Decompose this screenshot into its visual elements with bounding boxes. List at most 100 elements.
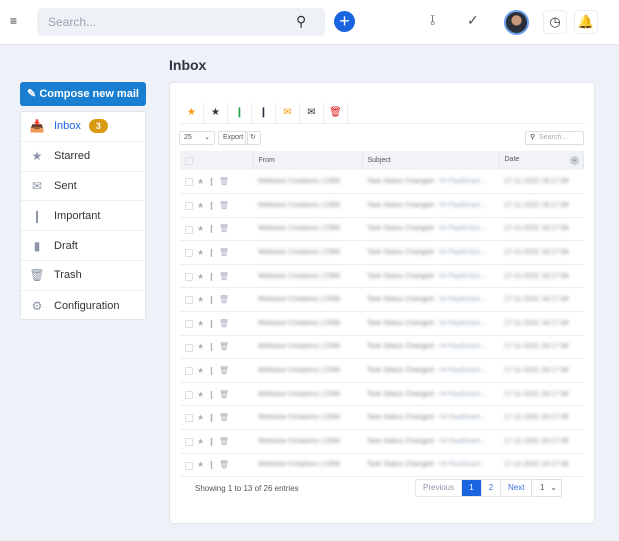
row-checkbox[interactable] [185, 390, 193, 399]
table-row[interactable]: ★ ❙ 🗑 Webwise Creations | CRM Task Status … [180, 217, 584, 242]
star-icon[interactable]: ★ [197, 201, 204, 210]
trash-icon[interactable]: 🗑 [219, 319, 229, 328]
row-checkbox[interactable] [185, 319, 193, 328]
table-row[interactable]: ★ ❙ 🗑 Webwise Creations | CRM Task Status … [180, 382, 584, 407]
star-icon[interactable]: ★ [197, 224, 204, 233]
star-icon[interactable]: ★ [197, 437, 204, 446]
bookmark-icon[interactable]: ❙ [208, 460, 215, 469]
previous-button[interactable]: Previous [416, 480, 463, 496]
star-icon[interactable]: ★ [197, 295, 204, 304]
trash-icon[interactable]: 🗑 [219, 390, 229, 399]
sidebar-item-inbox[interactable]: 📥 Inbox 3 [21, 112, 145, 142]
sidebar-item-starred[interactable]: ★ Starred [21, 142, 145, 172]
trash-icon[interactable]: 🗑 [219, 413, 229, 422]
avatar[interactable] [504, 10, 529, 35]
table-row[interactable]: ★ ❙ 🗑 Webwise Creations | CRM Task Status … [180, 358, 584, 383]
search-input[interactable]: Search... [37, 8, 325, 36]
trash-icon[interactable]: 🗑 [219, 272, 229, 281]
filter-star-icon[interactable]: ★ [204, 102, 228, 123]
table-row[interactable]: ★ ❙ 🗑 Webwise Creations | CRM Task Status … [180, 240, 584, 265]
row-checkbox[interactable] [185, 437, 193, 446]
trash-icon[interactable]: 🗑 [219, 460, 229, 469]
header-subject[interactable]: Subject [362, 151, 500, 170]
table-row[interactable]: ★ ❙ 🗑 Webwise Creations | CRM Task Status … [180, 453, 584, 478]
table-row[interactable]: ★ ❙ 🗑 Webwise Creations | CRM Task Status … [180, 193, 584, 218]
bookmark-icon[interactable]: ❙ [208, 224, 215, 233]
table-row[interactable]: ★ ❙ 🗑 Webwise Creations | CRM Task Status … [180, 311, 584, 336]
bookmark-icon[interactable]: ❙ [208, 295, 215, 304]
bookmark-icon[interactable]: ❙ [208, 201, 215, 210]
trash-icon[interactable]: 🗑 [219, 177, 229, 186]
trash-icon[interactable]: 🗑 [219, 224, 229, 233]
bookmark-icon[interactable]: ❙ [208, 319, 215, 328]
table-search-input[interactable]: ⚲ Search... [525, 131, 584, 145]
sidebar-item-configuration[interactable]: ⚙ Configuration [21, 291, 145, 321]
trash-icon[interactable]: 🗑 [219, 366, 229, 375]
clock-icon[interactable]: ◷ [543, 10, 567, 34]
star-icon[interactable]: ★ [197, 319, 204, 328]
star-icon[interactable]: ★ [197, 390, 204, 399]
bookmark-icon[interactable]: ❙ [208, 272, 215, 281]
row-checkbox[interactable] [185, 461, 193, 470]
refresh-button[interactable]: ↻ [245, 131, 261, 145]
bookmark-icon[interactable]: ❙ [208, 437, 215, 446]
table-row[interactable]: ★ ❙ 🗑 Webwise Creations | CRM Task Status … [180, 405, 584, 431]
sidebar-item-important[interactable]: ❙ Important [21, 201, 145, 232]
add-button[interactable]: + [334, 11, 355, 32]
bookmark-icon[interactable]: ❙ [208, 177, 215, 186]
search-icon[interactable]: ⚲ [296, 13, 306, 30]
row-checkbox[interactable] [185, 296, 193, 305]
sidebar-item-sent[interactable]: ✉ Sent [21, 172, 145, 202]
header-from[interactable]: From [253, 151, 363, 170]
star-icon[interactable]: ★ [197, 272, 204, 281]
filter-bookmark-icon[interactable]: ❙ [252, 102, 276, 123]
trash-icon[interactable]: 🗑 [219, 342, 229, 351]
trash-icon[interactable]: 🗑 [219, 201, 229, 210]
sidebar-item-trash[interactable]: 🗑 Trash [21, 261, 145, 291]
bell-icon[interactable]: 🔔 [574, 10, 598, 34]
star-icon[interactable]: ★ [197, 460, 204, 469]
table-row[interactable]: ★ ❙ 🗑 Webwise Creations | CRM Task Status … [180, 170, 584, 195]
trash-icon[interactable]: 🗑 [219, 248, 229, 257]
page-length-select[interactable]: 25 ⌄ [179, 131, 215, 145]
bookmark-icon[interactable]: ❙ [208, 248, 215, 257]
filter-trash-icon[interactable]: 🗑 [324, 102, 348, 123]
next-button[interactable]: Next [501, 480, 531, 496]
bookmark-icon[interactable]: ❙ [208, 390, 215, 399]
trash-icon[interactable]: 🗑 [219, 437, 229, 446]
bookmark-icon[interactable]: ❙ [208, 413, 215, 422]
row-checkbox[interactable] [185, 201, 193, 210]
chevron-down-icon[interactable]: ⌄ [570, 156, 579, 165]
row-checkbox[interactable] [185, 178, 193, 187]
star-icon[interactable]: ★ [197, 248, 204, 257]
page-2-button[interactable]: 2 [482, 480, 502, 496]
page-1-button[interactable]: 1 [462, 480, 482, 496]
check-icon[interactable]: ✓ [467, 12, 479, 29]
sidebar-item-draft[interactable]: ▮ Draft [21, 231, 145, 261]
star-icon[interactable]: ★ [197, 342, 204, 351]
row-checkbox[interactable] [185, 272, 193, 281]
filter-bookmark-icon[interactable]: ❙ [228, 102, 252, 123]
bookmark-icon[interactable]: ❙ [208, 342, 215, 351]
table-row[interactable]: ★ ❙ 🗑 Webwise Creations | CRM Task Status … [180, 264, 584, 289]
filter-star-icon[interactable]: ★ [180, 102, 204, 123]
star-icon[interactable]: ★ [197, 413, 204, 422]
bookmark-icon[interactable]: ❙ [208, 366, 215, 375]
row-checkbox[interactable] [185, 367, 193, 376]
filter-envelope-icon[interactable]: ✉ [300, 102, 324, 123]
share-icon[interactable]: ⫱ [430, 12, 435, 29]
table-row[interactable]: ★ ❙ 🗑 Webwise Creations | CRM Task Status … [180, 287, 584, 313]
header-date[interactable]: Date ⌄ [499, 151, 584, 170]
star-icon[interactable]: ★ [197, 366, 204, 375]
row-checkbox[interactable] [185, 249, 193, 258]
table-row[interactable]: ★ ❙ 🗑 Webwise Creations | CRM Task Status … [180, 429, 584, 454]
filter-envelope-icon[interactable]: ✉ [276, 102, 300, 123]
page-select[interactable]: 1 ⌄ [531, 479, 562, 497]
compose-button[interactable]: ✎ Compose new mail [20, 82, 146, 106]
row-checkbox[interactable] [185, 343, 193, 352]
select-all-checkbox[interactable] [185, 156, 193, 165]
export-button[interactable]: Export [218, 131, 249, 145]
trash-icon[interactable]: 🗑 [219, 295, 229, 304]
row-checkbox[interactable] [185, 225, 193, 234]
menu-icon[interactable]: ≡ [10, 14, 17, 28]
